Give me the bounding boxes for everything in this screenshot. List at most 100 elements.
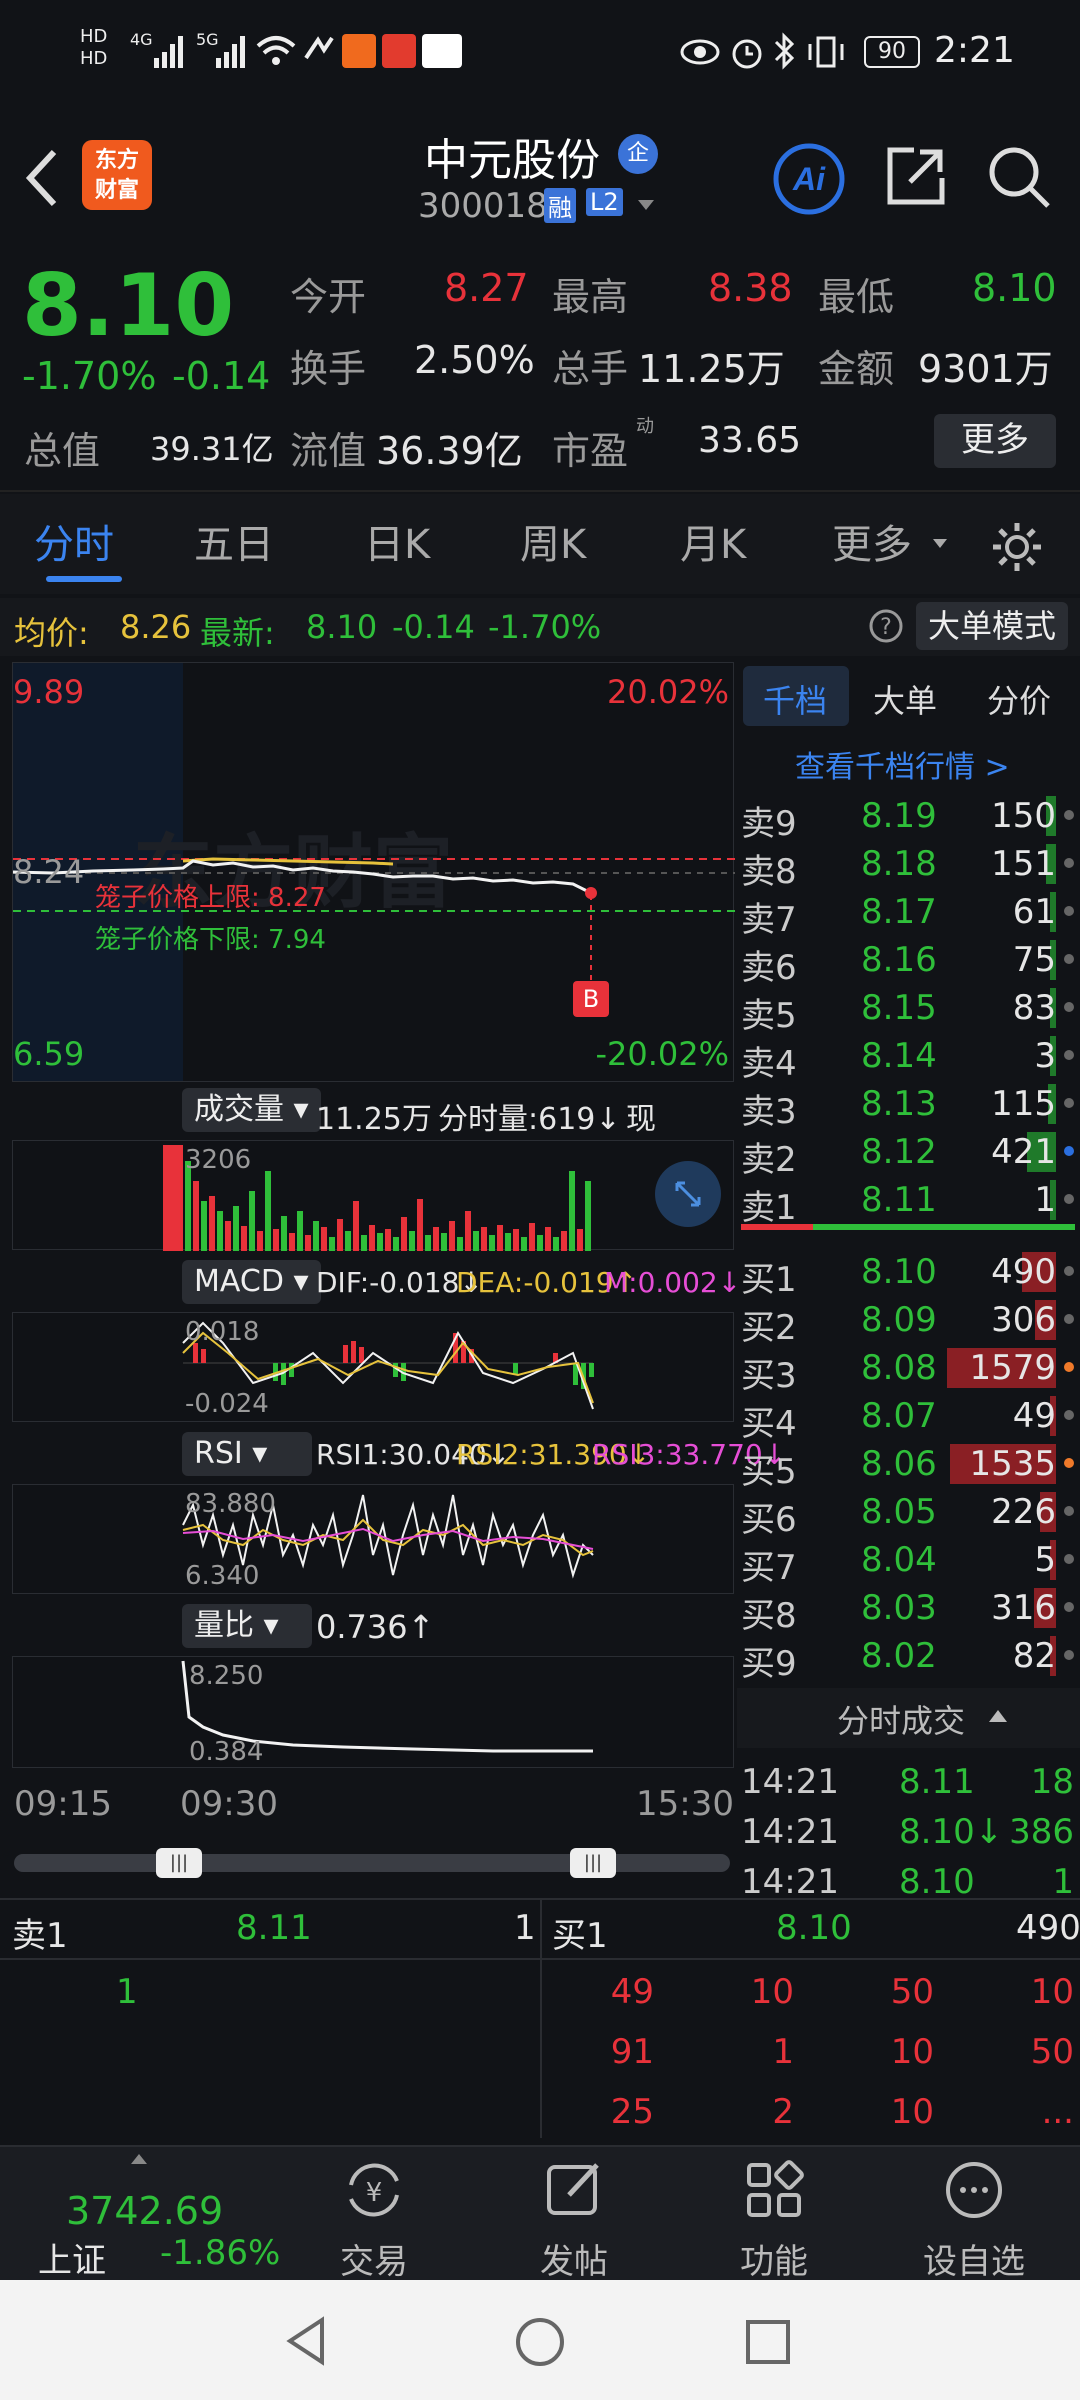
ask-row[interactable]: 卖6 8.16 75 bbox=[737, 936, 1080, 988]
volume-ratio-button[interactable]: 量比 ▾ bbox=[182, 1604, 312, 1648]
volume-ratio-chart: 8.250 0.384 bbox=[12, 1656, 734, 1768]
volume-ratio-high-label: 8.250 bbox=[189, 1661, 264, 1691]
bid-row[interactable]: 买9 8.02 82 bbox=[737, 1632, 1080, 1684]
system-home-icon[interactable] bbox=[514, 2316, 566, 2368]
order-label: 买4 bbox=[741, 1404, 797, 1444]
mktcap-label: 总值 bbox=[24, 429, 101, 473]
view-depth-link[interactable]: 查看千档行情 > bbox=[795, 742, 1010, 786]
ask-row[interactable]: 卖3 8.13 115 bbox=[737, 1080, 1080, 1132]
bid-row[interactable]: 买8 8.03 316 bbox=[737, 1584, 1080, 1636]
status-dot bbox=[1064, 1050, 1074, 1060]
rsi-chart: 83.880 6.340 bbox=[12, 1484, 734, 1594]
nav-post[interactable]: 发帖 bbox=[474, 2155, 674, 2283]
big-order-mode-button[interactable]: 大单模式 bbox=[916, 602, 1069, 650]
tab-price-volume[interactable]: 分价 bbox=[987, 676, 1051, 722]
trade-qty: 386 bbox=[1009, 1812, 1074, 1852]
cage-lower-label: 笼子价格下限: 7.94 bbox=[95, 925, 326, 955]
pct-high-label: 20.02% bbox=[606, 673, 729, 711]
tab-intraday[interactable]: 分时 bbox=[34, 512, 114, 570]
trade-qty: 1 bbox=[1052, 1862, 1074, 1902]
status-dot bbox=[1064, 1194, 1074, 1204]
volume-chart: 3206 bbox=[12, 1140, 734, 1251]
tab-weekly-k[interactable]: 周K bbox=[520, 512, 586, 570]
buy-marker[interactable]: B bbox=[573, 981, 609, 1017]
help-icon[interactable]: ? bbox=[868, 608, 904, 644]
order-price: 8.08 bbox=[861, 1348, 937, 1388]
high-value: 8.38 bbox=[708, 266, 793, 310]
order-qty: 226 bbox=[991, 1492, 1056, 1532]
tab-level-thousand[interactable]: 千档 bbox=[763, 676, 827, 722]
volume-max-label: 3206 bbox=[185, 1145, 252, 1175]
settings-gear-icon[interactable] bbox=[990, 520, 1044, 574]
order-label: 卖9 bbox=[741, 804, 797, 844]
nav-trade[interactable]: ¥ 交易 bbox=[274, 2155, 474, 2283]
stock-header: 东方 财富 中元股份 企 300018 融 L2 Ai bbox=[0, 110, 1080, 240]
rsi-indicator-button[interactable]: RSI ▾ bbox=[182, 1432, 312, 1476]
back-icon[interactable] bbox=[22, 148, 62, 208]
queue-sell-price: 8.11 bbox=[236, 1908, 312, 1948]
volume-indicator-button[interactable]: 成交量 ▾ bbox=[182, 1088, 321, 1132]
index-value[interactable]: 3742.69 bbox=[66, 2189, 223, 2233]
trade-qty: 18 bbox=[1030, 1762, 1074, 1802]
bid-row[interactable]: 买2 8.09 306 bbox=[737, 1296, 1080, 1348]
system-recents-icon[interactable] bbox=[744, 2318, 792, 2366]
status-bar: HD HD 4G 5G 90 2:21 bbox=[0, 0, 1080, 110]
volume-label: 总手 bbox=[552, 347, 629, 391]
bid-row[interactable]: 买1 8.10 490 bbox=[737, 1248, 1080, 1300]
ask-row[interactable]: 卖5 8.15 83 bbox=[737, 984, 1080, 1036]
status-dot bbox=[1064, 1002, 1074, 1012]
volume-btn-label: 成交量 bbox=[194, 1092, 284, 1127]
ask-row[interactable]: 卖1 8.11 1 bbox=[737, 1176, 1080, 1228]
trades-header[interactable]: 分时成交 bbox=[737, 1688, 1080, 1748]
ask-row[interactable]: 卖7 8.17 61 bbox=[737, 888, 1080, 940]
nav-functions[interactable]: 功能 bbox=[674, 2155, 874, 2283]
bid-row[interactable]: 买6 8.05 226 bbox=[737, 1488, 1080, 1540]
ask-row[interactable]: 卖4 8.14 3 bbox=[737, 1032, 1080, 1084]
last-price: 8.10 bbox=[22, 256, 235, 356]
trade-icon: ¥ bbox=[349, 2163, 399, 2217]
order-price: 8.19 bbox=[861, 796, 937, 836]
bid-row[interactable]: 买5 8.06 1535 bbox=[737, 1440, 1080, 1492]
quote-panel: 8.10 -1.70% -0.14 今开 8.27 最高 8.38 最低 8.1… bbox=[0, 242, 1080, 492]
battery-icon: 90 bbox=[864, 36, 920, 68]
edit-icon bbox=[547, 2163, 599, 2215]
bottom-nav: 3742.69 上证 -1.86% ¥ 交易 发帖 功能 设自选 bbox=[0, 2145, 1080, 2283]
index-name[interactable]: 上证 bbox=[38, 2233, 106, 2282]
tab-monthly-k[interactable]: 月K bbox=[680, 512, 746, 570]
order-price: 8.07 bbox=[861, 1396, 937, 1436]
tab-more[interactable]: 更多 bbox=[832, 512, 912, 570]
more-quote-button[interactable]: 更多 bbox=[934, 414, 1056, 468]
status-dot bbox=[1064, 858, 1074, 868]
bid-row[interactable]: 买3 8.08 1579 bbox=[737, 1344, 1080, 1396]
range-slider-track[interactable] bbox=[14, 1854, 730, 1872]
macd-indicator-button[interactable]: MACD ▾ bbox=[182, 1260, 321, 1304]
range-slider-left-handle[interactable]: ||| bbox=[156, 1848, 202, 1878]
nav-add-watchlist[interactable]: 设自选 bbox=[874, 2155, 1074, 2283]
status-dot bbox=[1064, 906, 1074, 916]
ask-row[interactable]: 卖9 8.19 150 bbox=[737, 792, 1080, 844]
range-slider-right-handle[interactable]: ||| bbox=[570, 1848, 616, 1878]
tab-five-day[interactable]: 五日 bbox=[194, 512, 274, 570]
ask-row[interactable]: 卖8 8.18 151 bbox=[737, 840, 1080, 892]
bid-row[interactable]: 买7 8.04 5 bbox=[737, 1536, 1080, 1588]
tab-big-orders[interactable]: 大单 bbox=[873, 676, 937, 722]
ask-row[interactable]: 卖2 8.12 421 bbox=[737, 1128, 1080, 1180]
tab-daily-k[interactable]: 日K bbox=[364, 512, 430, 570]
rsi-low-label: 6.340 bbox=[185, 1561, 260, 1591]
expand-icon[interactable] bbox=[653, 1159, 723, 1229]
search-icon[interactable] bbox=[986, 144, 1052, 210]
system-back-icon[interactable] bbox=[282, 2316, 332, 2366]
chevron-up-icon bbox=[989, 1710, 1007, 1722]
queue-sell-qty: 1 bbox=[514, 1908, 536, 1948]
index-change[interactable]: -1.86% bbox=[160, 2233, 280, 2273]
bid-row[interactable]: 买4 8.07 49 bbox=[737, 1392, 1080, 1444]
chevron-down-icon[interactable] bbox=[636, 198, 656, 212]
price-mid-label: 8.24 bbox=[13, 853, 85, 891]
ai-icon[interactable]: Ai bbox=[772, 142, 846, 216]
share-icon[interactable] bbox=[884, 144, 948, 208]
nav-add-watchlist-label: 设自选 bbox=[923, 2242, 1025, 2282]
order-price: 8.05 bbox=[861, 1492, 937, 1532]
price-low-label: 6.59 bbox=[13, 1035, 85, 1073]
order-price: 8.04 bbox=[861, 1540, 937, 1580]
signal-icon bbox=[154, 36, 183, 68]
